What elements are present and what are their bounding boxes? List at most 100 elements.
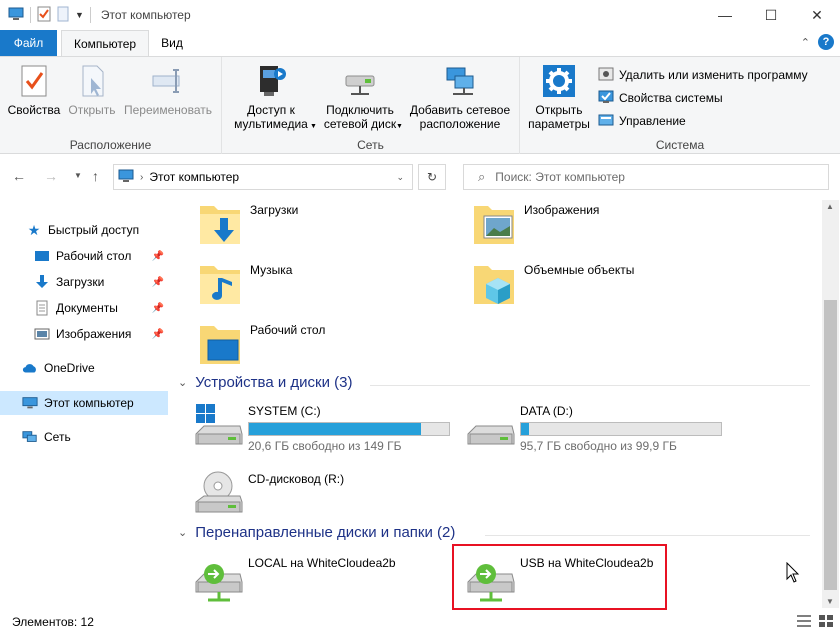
sidebar-item-network[interactable]: Сеть: [0, 425, 168, 449]
address-dropdown-icon[interactable]: ⌄: [396, 172, 404, 183]
drive-name: DATA (D:): [520, 404, 573, 418]
media-dropdown-icon[interactable]: ▼: [310, 123, 317, 130]
media-server-icon: [253, 63, 289, 99]
minimize-button[interactable]: —: [702, 0, 748, 30]
back-arrow-icon[interactable]: ←: [12, 168, 26, 184]
refresh-button[interactable]: ↻: [418, 164, 446, 190]
scrollbar-thumb[interactable]: [824, 300, 837, 590]
rename-label: Переименовать: [124, 103, 212, 117]
redirected-section-header[interactable]: ⌄ Перенаправленные диски и папки (2): [178, 524, 455, 541]
drive-free-space: 95,7 ГБ свободно из 99,9 ГБ: [520, 439, 677, 453]
computer-icon: [22, 395, 38, 411]
folder-downloads[interactable]: Загрузки: [194, 200, 298, 252]
open-settings-label-2: параметры: [528, 117, 590, 131]
window-title: Этот компьютер: [100, 8, 191, 22]
properties-button[interactable]: Свойства: [6, 63, 62, 117]
maximize-button[interactable]: ☐: [748, 0, 794, 30]
collapse-ribbon-icon[interactable]: ⌃: [801, 36, 810, 49]
help-icon[interactable]: ?: [818, 34, 834, 50]
system-properties-button[interactable]: Свойства системы: [598, 88, 723, 108]
pin-icon[interactable]: 📌: [152, 251, 164, 262]
pictures-icon: [34, 326, 50, 342]
large-icons-view-icon[interactable]: [818, 614, 834, 631]
media-access-button[interactable]: Доступ к мультимедиа: [226, 63, 316, 131]
manage-icon: [598, 112, 614, 131]
sidebar-item-pictures[interactable]: Изображения 📌: [0, 322, 168, 346]
items-count: Элементов: 12: [12, 615, 94, 629]
drive-d[interactable]: DATA (D:) 95,7 ГБ свободно из 99,9 ГБ: [464, 400, 722, 454]
star-icon: ★: [27, 221, 41, 238]
open-button[interactable]: Открыть: [64, 63, 120, 117]
folder-name: Загрузки: [250, 203, 299, 217]
tab-computer[interactable]: Компьютер: [61, 30, 150, 56]
sidebar-item-desktop[interactable]: Рабочий стол 📌: [0, 244, 168, 268]
devices-section-header[interactable]: ⌄ Устройства и диски (3): [178, 374, 352, 391]
sidebar-item-downloads[interactable]: Загрузки 📌: [0, 270, 168, 294]
drive-name: SYSTEM (C:): [248, 404, 321, 418]
drive-r[interactable]: CD-дисковод (R:): [192, 468, 344, 522]
drive-usage-fill: [521, 423, 530, 435]
folder-desktop[interactable]: Рабочий стол: [194, 320, 325, 372]
redirected-name: LOCAL на WhiteCloudea2b: [248, 556, 396, 570]
downloads-folder-icon: [200, 206, 240, 244]
breadcrumb-separator-icon[interactable]: ›: [140, 172, 143, 183]
scroll-down-icon[interactable]: ▼: [826, 597, 834, 606]
computer-icon[interactable]: [8, 7, 24, 24]
address-path[interactable]: Этот компьютер: [149, 170, 239, 184]
vertical-scrollbar[interactable]: ▲ ▼: [822, 200, 839, 608]
recent-locations-icon[interactable]: ▼: [74, 171, 82, 180]
tab-view[interactable]: Вид: [149, 30, 195, 56]
pin-icon[interactable]: 📌: [152, 277, 164, 288]
sidebar-item-documents[interactable]: Документы 📌: [0, 296, 168, 320]
folder-3d-objects[interactable]: Объемные объекты: [468, 260, 634, 312]
chevron-down-icon[interactable]: ⌄: [178, 376, 187, 389]
properties-icon[interactable]: [37, 6, 51, 25]
close-button[interactable]: ✕: [794, 0, 840, 30]
rename-button[interactable]: Переименовать: [120, 63, 216, 117]
tab-file[interactable]: Файл: [0, 30, 57, 56]
sidebar-item-quick-access[interactable]: ★ Быстрый доступ: [0, 218, 168, 242]
drive-c[interactable]: SYSTEM (C:) 20,6 ГБ свободно из 149 ГБ: [192, 400, 450, 454]
open-label: Открыть: [68, 103, 116, 117]
navigation-bar: ← → ▼ ↑ › Этот компьютер ⌄ ↻ ⌕ Поиск: Эт…: [0, 160, 840, 194]
map-drive-button[interactable]: Подключить сетевой диск: [318, 63, 402, 131]
scroll-up-icon[interactable]: ▲: [826, 202, 834, 211]
window-controls: — ☐ ✕: [702, 0, 840, 30]
system-properties-label: Свойства системы: [619, 91, 723, 105]
ribbon-right-controls: ⌃ ?: [801, 34, 834, 50]
open-settings-button[interactable]: Открыть параметры: [524, 63, 594, 131]
chevron-down-icon[interactable]: ⌄: [178, 526, 187, 539]
ribbon-group-system: Открыть параметры Удалить или изменить п…: [520, 57, 840, 154]
up-arrow-icon[interactable]: ↑: [92, 168, 99, 184]
manage-button[interactable]: Управление: [598, 111, 686, 131]
pin-icon[interactable]: 📌: [152, 303, 164, 314]
address-bar[interactable]: › Этот компьютер ⌄: [113, 164, 413, 190]
network-location-icon: [442, 63, 478, 99]
sidebar-item-this-pc[interactable]: Этот компьютер: [0, 391, 168, 415]
new-folder-icon[interactable]: [57, 6, 69, 25]
download-arrow-icon: [34, 274, 50, 290]
pictures-folder-icon: [474, 206, 514, 244]
programs-icon: [598, 66, 614, 85]
folder-name: Изображения: [524, 203, 600, 217]
map-drive-dropdown-icon[interactable]: ▼: [396, 123, 403, 130]
customize-toolbar-icon[interactable]: ▼: [75, 10, 84, 20]
pin-icon[interactable]: 📌: [152, 329, 164, 340]
open-icon: [74, 63, 110, 99]
folder-music[interactable]: Музыка: [194, 260, 292, 312]
details-view-icon[interactable]: [796, 614, 812, 631]
search-box[interactable]: ⌕ Поиск: Этот компьютер: [463, 164, 829, 190]
sidebar-item-label: Загрузки: [56, 275, 105, 289]
sidebar-item-label: Изображения: [56, 327, 132, 341]
forward-arrow-icon[interactable]: →: [44, 168, 58, 184]
group-label-network: Сеть: [357, 138, 384, 152]
add-network-location-button[interactable]: Добавить сетевое расположение: [404, 63, 516, 131]
properties-icon: [16, 63, 52, 99]
manage-label: Управление: [619, 114, 686, 128]
folder-pictures[interactable]: Изображения: [468, 200, 599, 252]
drive-usage-fill: [249, 423, 422, 435]
sidebar-item-onedrive[interactable]: OneDrive: [0, 356, 168, 380]
redirected-local[interactable]: LOCAL на WhiteCloudea2b: [192, 552, 396, 606]
uninstall-program-button[interactable]: Удалить или изменить программу: [598, 65, 808, 85]
mouse-cursor-icon: [786, 562, 800, 583]
